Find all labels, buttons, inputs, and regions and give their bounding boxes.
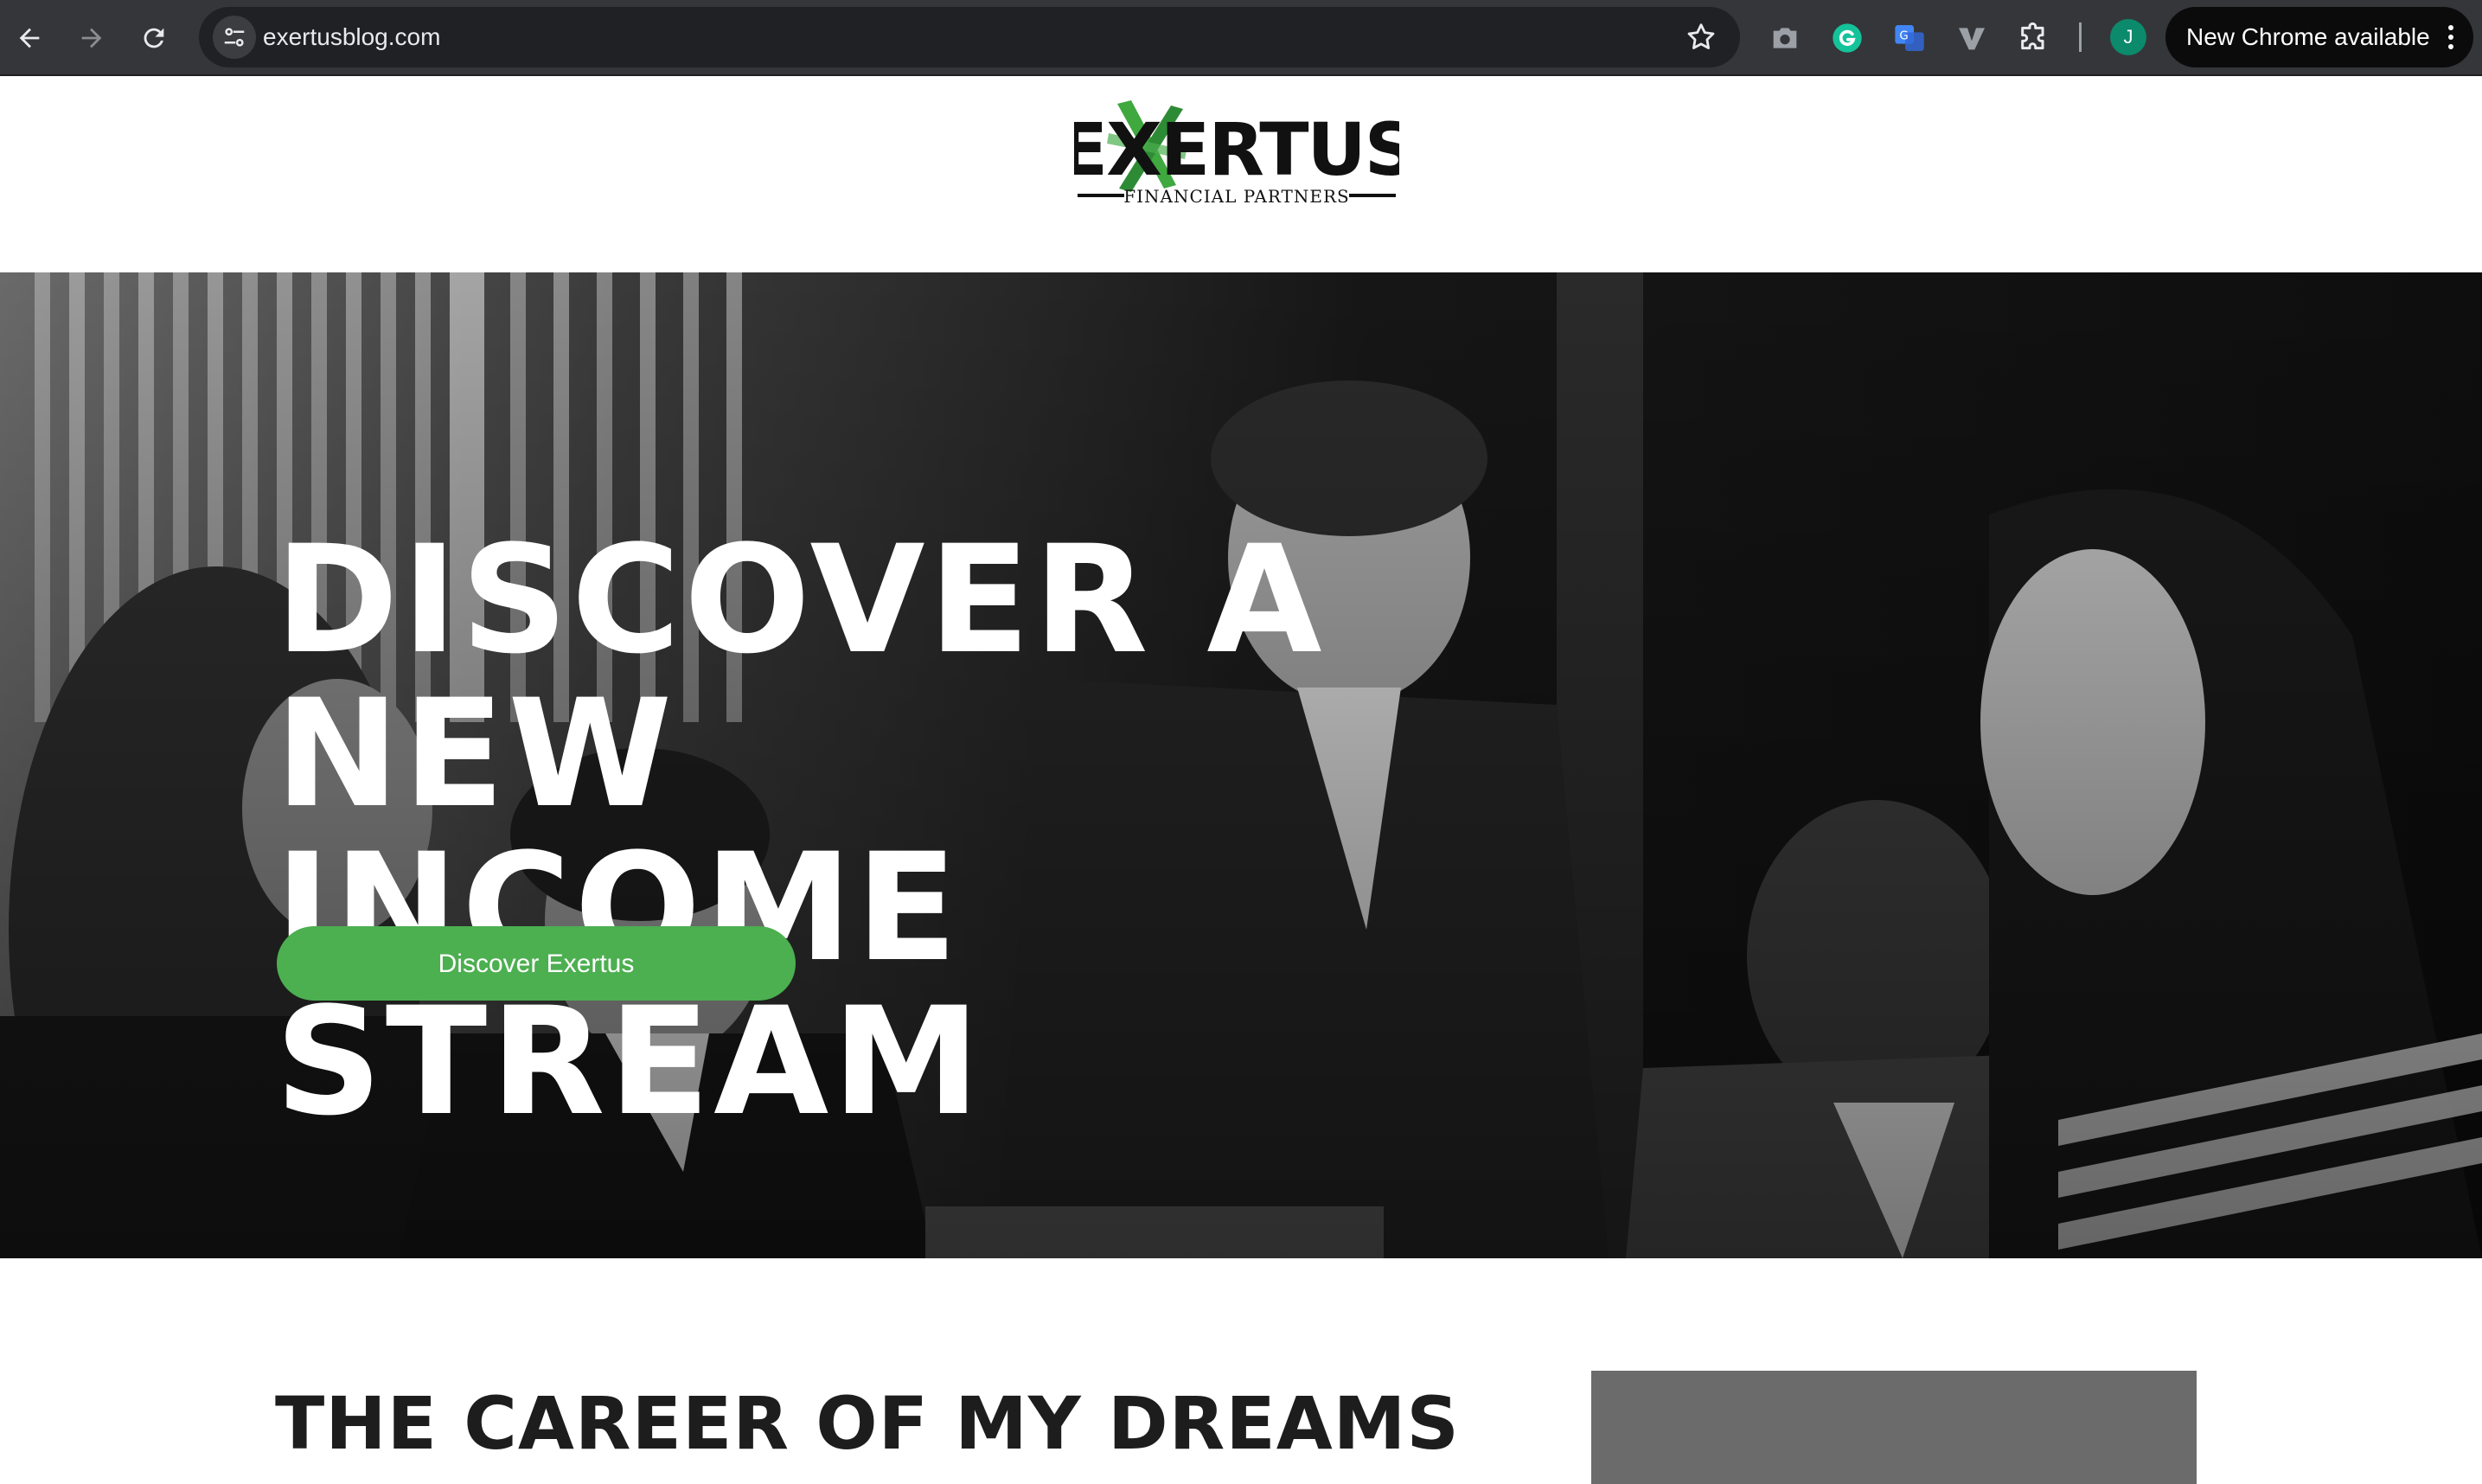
svg-text:G: G — [1899, 30, 1908, 43]
site-info-button[interactable] — [213, 16, 256, 59]
address-bar[interactable]: exertusblog.com — [199, 7, 1740, 67]
logo-tagline: FINANCIAL PARTNERS — [1123, 186, 1349, 207]
tune-icon — [224, 28, 245, 47]
new-chrome-available-button[interactable]: New Chrome available — [2165, 7, 2473, 67]
profile-avatar[interactable]: J — [2110, 19, 2146, 55]
camera-extension[interactable] — [1764, 17, 1806, 59]
back-button[interactable] — [7, 16, 52, 61]
arrow-right-icon — [81, 28, 102, 48]
kebab-menu-icon — [2448, 25, 2453, 49]
hero-title: DISCOVER A NEW INCOME STREAM — [275, 523, 1659, 1139]
star-icon[interactable] — [1685, 21, 1718, 54]
vimeo-extension[interactable] — [1951, 17, 1993, 59]
reload-button[interactable] — [131, 16, 176, 61]
exertus-logo[interactable]: EXERTUS FINANCIAL PARTNERS — [1074, 99, 1399, 208]
logo-wordmark: EXERTUS — [1074, 107, 1399, 192]
vimeo-icon — [1959, 28, 1985, 50]
translate-icon: G — [1895, 25, 1924, 51]
grammarly-extension[interactable] — [1826, 17, 1868, 59]
puzzle-icon — [2021, 22, 2044, 50]
extensions-button[interactable] — [2013, 17, 2055, 59]
reload-icon — [144, 28, 164, 48]
translate-extension[interactable]: G — [1889, 17, 1930, 59]
discover-exertus-button[interactable]: Discover Exertus — [277, 926, 796, 1001]
video-placeholder[interactable] — [1591, 1371, 2197, 1484]
toolbar-divider — [2079, 22, 2082, 52]
hero-section: DISCOVER A NEW INCOME STREAM Discover Ex… — [0, 272, 2482, 1258]
grammarly-icon — [1833, 23, 1862, 53]
url-text[interactable]: exertusblog.com — [263, 7, 440, 67]
forward-button[interactable] — [69, 16, 114, 61]
camera-icon — [1773, 28, 1797, 48]
site-header: EXERTUS FINANCIAL PARTNERS — [0, 78, 2482, 272]
update-label: New Chrome available — [2186, 23, 2430, 50]
section-title: THE CAREER OF MY DREAMS — [275, 1381, 1460, 1466]
hero-title-line-1: DISCOVER A NEW — [275, 513, 1326, 841]
browser-toolbar: exertusblog.com G J New Chrome available — [0, 0, 2482, 76]
arrow-left-icon — [19, 28, 40, 48]
